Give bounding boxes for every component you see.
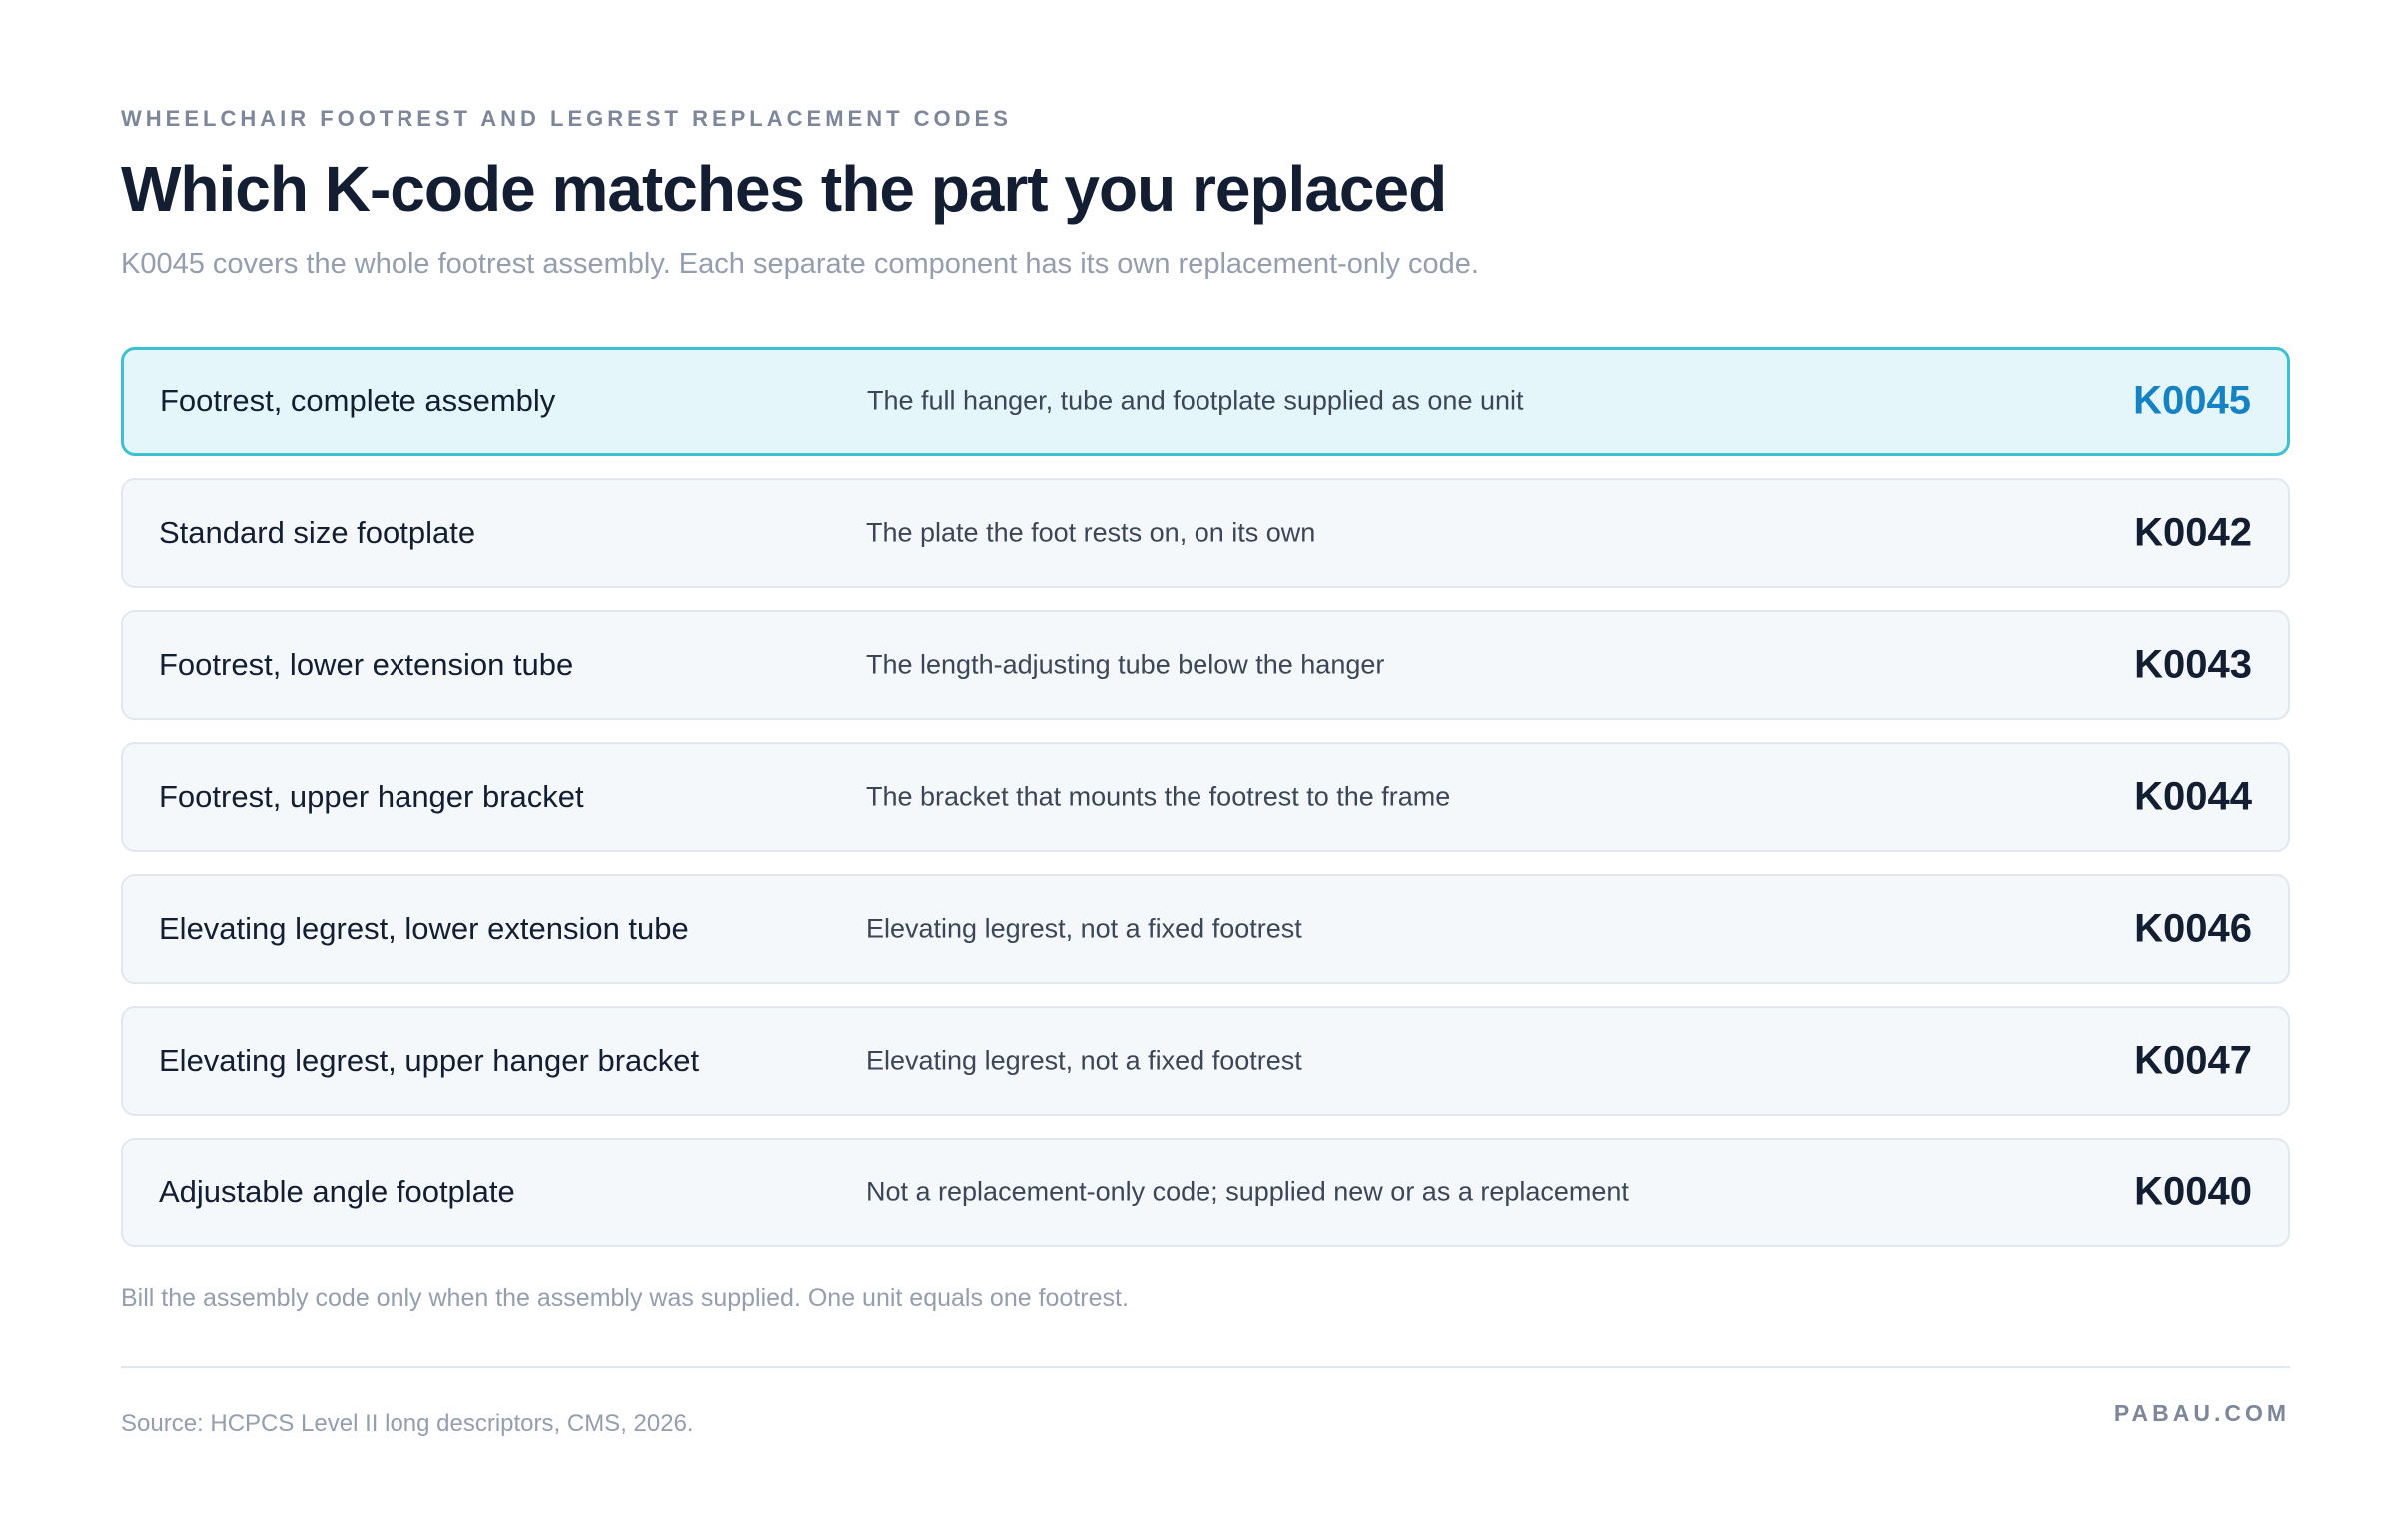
footer-divider	[121, 1366, 2290, 1368]
part-name: Standard size footplate	[159, 515, 476, 550]
part-description: The length-adjusting tube below the hang…	[866, 649, 1385, 680]
part-name: Footrest, complete assembly	[160, 384, 556, 418]
code-row-k0047: Elevating legrest, upper hanger bracket …	[121, 1006, 2290, 1116]
part-description: Not a replacement-only code; supplied ne…	[866, 1176, 1629, 1207]
part-description: The plate the foot rests on, on its own	[866, 517, 1316, 548]
code-row-k0042: Standard size footplate The plate the fo…	[121, 478, 2290, 588]
k-code: K0042	[2134, 510, 2252, 555]
part-name: Elevating legrest, upper hanger bracket	[159, 1043, 700, 1078]
billing-footnote: Bill the assembly code only when the ass…	[121, 1284, 1129, 1312]
k-code: K0040	[2134, 1169, 2252, 1214]
part-name: Footrest, upper hanger bracket	[159, 779, 584, 814]
part-description: Elevating legrest, not a fixed footrest	[866, 913, 1302, 944]
brand-logo-text: PABAU.COM	[2113, 1400, 2290, 1426]
part-name: Footrest, lower extension tube	[159, 647, 574, 682]
k-code: K0044	[2134, 774, 2252, 819]
page-title: Which K-code matches the part you replac…	[121, 153, 1447, 225]
code-row-k0045: Footrest, complete assembly The full han…	[121, 347, 2290, 456]
k-code: K0046	[2134, 906, 2252, 951]
part-description: The full hanger, tube and footplate supp…	[867, 385, 1524, 416]
code-row-k0043: Footrest, lower extension tube The lengt…	[121, 610, 2290, 720]
eyebrow-label: WHEELCHAIR FOOTREST AND LEGREST REPLACEM…	[121, 106, 1012, 131]
k-code: K0043	[2134, 642, 2252, 687]
code-row-k0044: Footrest, upper hanger bracket The brack…	[121, 742, 2290, 852]
code-reference-card: WHEELCHAIR FOOTREST AND LEGREST REPLACEM…	[121, 0, 2290, 1540]
source-citation: Source: HCPCS Level II long descriptors,…	[121, 1410, 694, 1437]
part-name: Elevating legrest, lower extension tube	[159, 911, 689, 946]
part-name: Adjustable angle footplate	[159, 1174, 515, 1209]
code-row-k0046: Elevating legrest, lower extension tube …	[121, 874, 2290, 984]
k-code: K0045	[2133, 379, 2251, 423]
part-description: The bracket that mounts the footrest to …	[866, 781, 1451, 812]
page-subtitle: K0045 covers the whole footrest assembly…	[121, 248, 1479, 280]
part-description: Elevating legrest, not a fixed footrest	[866, 1045, 1302, 1076]
code-list: Footrest, complete assembly The full han…	[121, 347, 2290, 1269]
code-row-k0040: Adjustable angle footplate Not a replace…	[121, 1138, 2290, 1247]
k-code: K0047	[2134, 1038, 2252, 1083]
